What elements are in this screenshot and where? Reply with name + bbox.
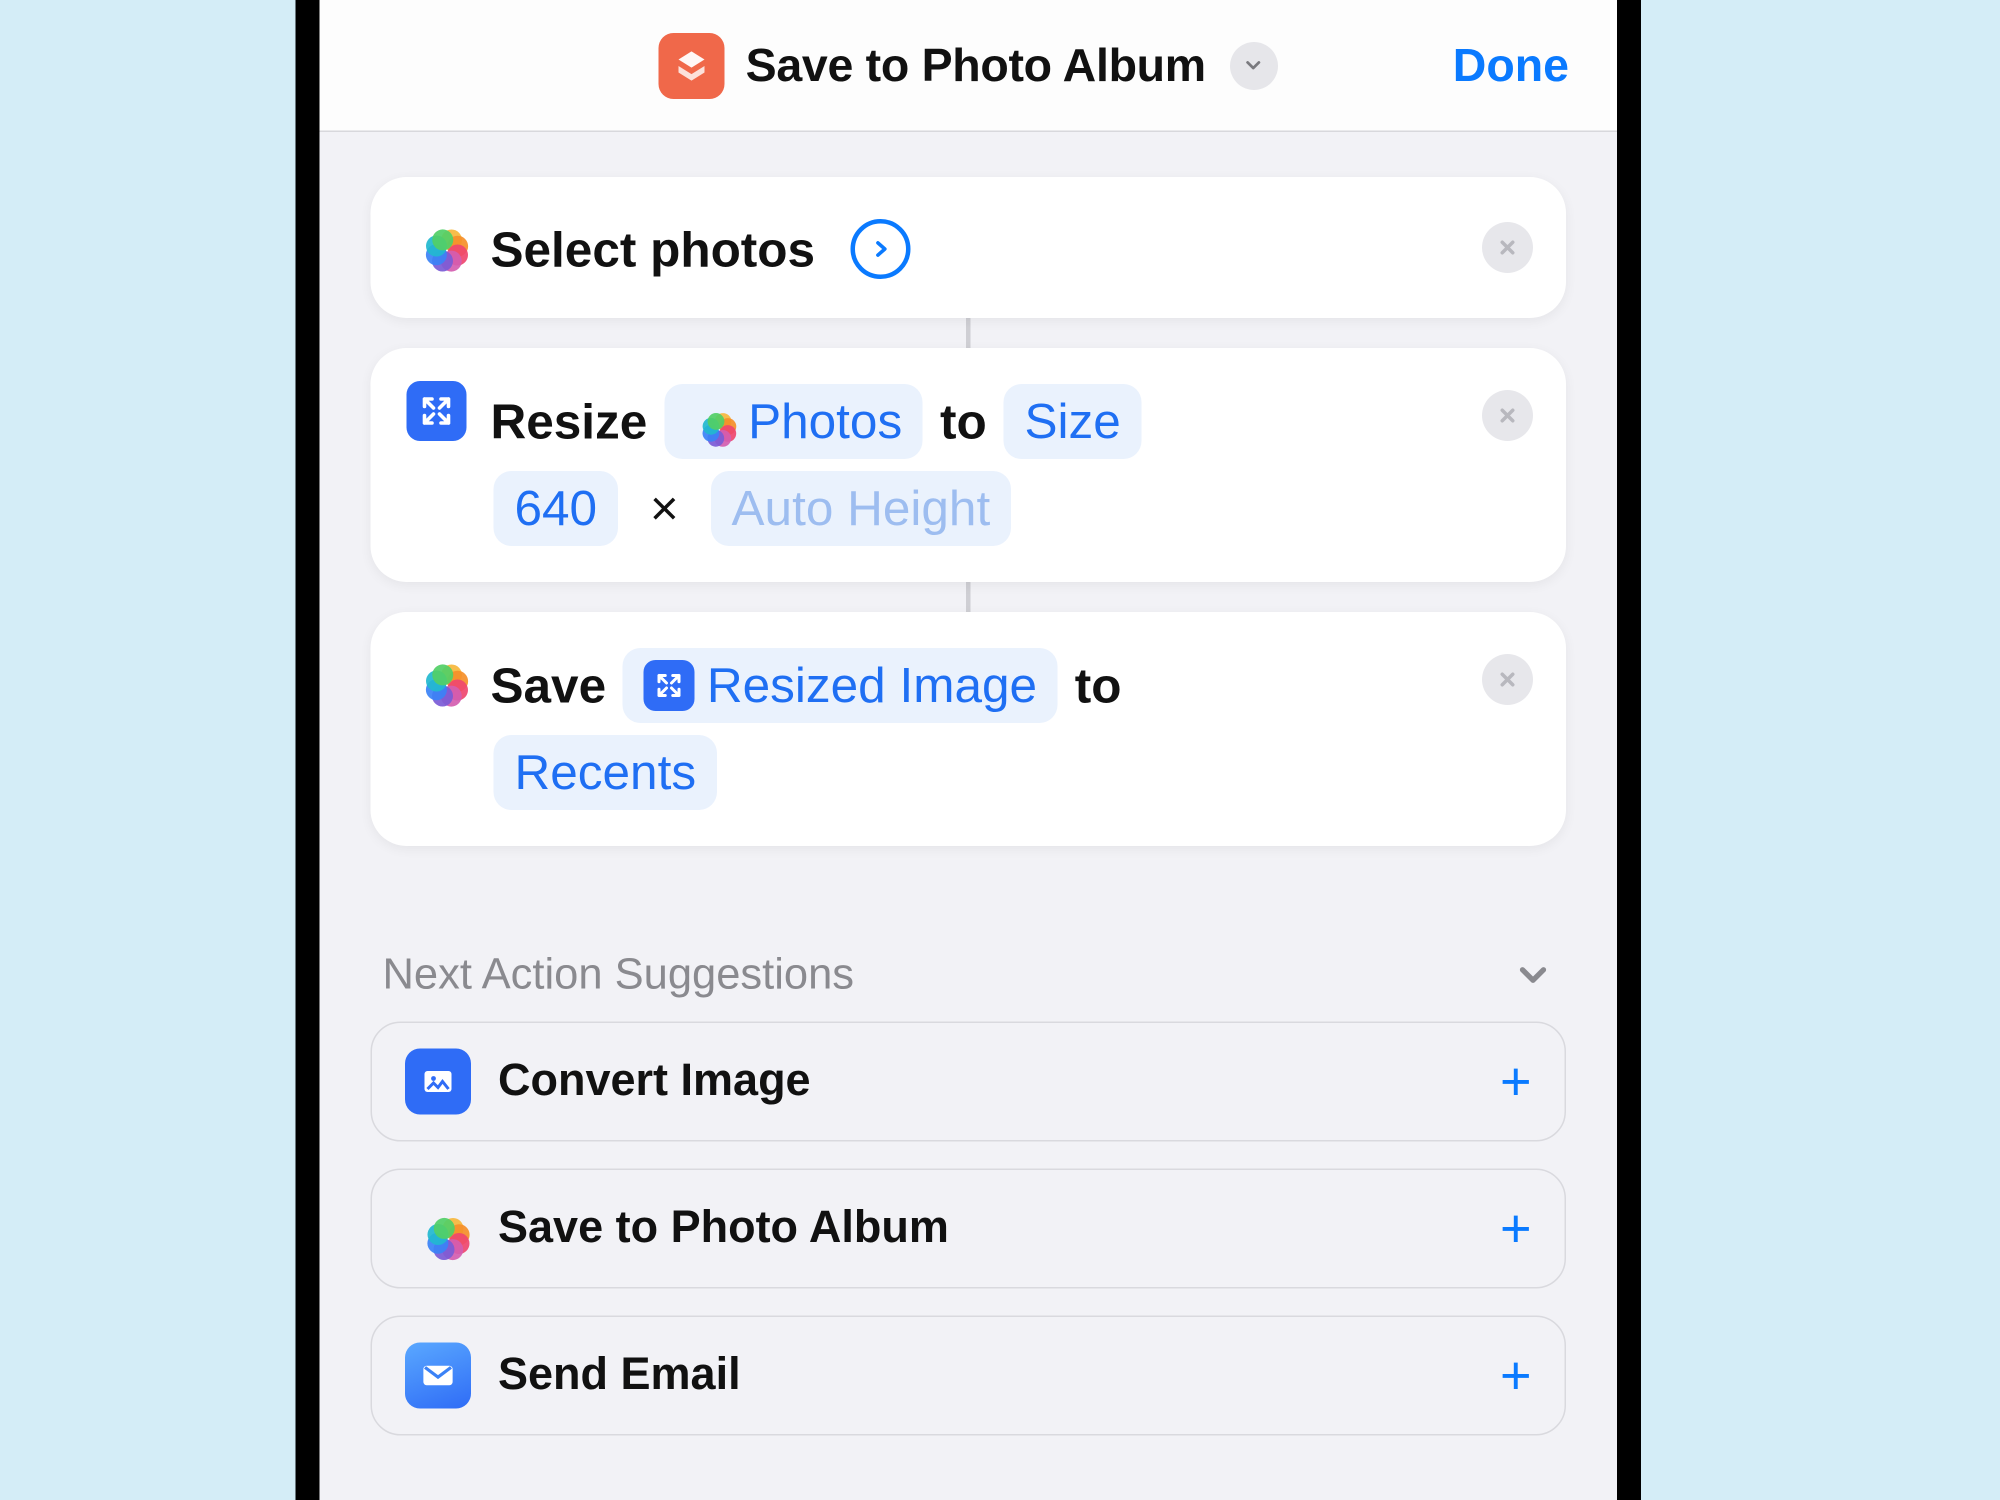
photos-app-icon [407,645,467,705]
action-card-save[interactable]: Save Resized Image to Recents [371,612,1567,846]
action-verb: Save [491,657,607,713]
header-bar: Save to Photo Album Done [320,0,1618,132]
shortcut-app-icon [659,32,725,98]
suggestion-label: Save to Photo Album [498,1203,1473,1254]
envelope-icon [419,1356,458,1395]
suggestion-label: Convert Image [498,1056,1473,1107]
multiply-symbol: × [635,480,694,536]
action-title: Select photos [491,222,816,278]
done-button[interactable]: Done [1453,38,1569,92]
close-icon [1497,237,1518,258]
add-suggestion-button[interactable]: + [1500,1197,1532,1260]
resize-height-token[interactable]: Auto Height [711,471,1012,546]
mail-app-icon [405,1342,471,1408]
photos-app-icon [407,210,467,270]
delete-action-button[interactable] [1482,390,1533,441]
action-card-resize[interactable]: Resize Photos to Size 640 × Auto Height [371,348,1567,582]
screen: Save to Photo Album Done Select photos [320,0,1618,1500]
action-card-select-photos[interactable]: Select photos [371,177,1567,318]
add-suggestion-button[interactable]: + [1500,1050,1532,1113]
photos-app-icon [405,1195,471,1261]
close-icon [1497,405,1518,426]
chevron-right-icon [870,236,891,263]
suggestion-row[interactable]: Save to Photo Album + [371,1168,1567,1288]
action-verb: Resize [491,393,648,449]
delete-action-button[interactable] [1482,222,1533,273]
chevron-down-icon [1512,955,1554,997]
photos-app-icon [685,396,736,447]
connector-line [371,318,1567,348]
suggestion-row[interactable]: Send Email + [371,1315,1567,1435]
suggestions-header[interactable]: Next Action Suggestions [371,951,1567,1022]
arrows-expand-icon [655,670,685,700]
save-album-token[interactable]: Recents [494,735,718,810]
resize-action-icon [407,381,467,441]
resize-size-token[interactable]: Size [1004,384,1142,459]
suggestions-heading: Next Action Suggestions [383,951,855,1001]
shortcut-title[interactable]: Save to Photo Album [746,38,1206,92]
connector-line [371,582,1567,612]
resize-action-icon [644,660,695,711]
chevron-down-icon [1243,54,1266,77]
convert-image-icon [405,1048,471,1114]
picture-icon [420,1063,456,1099]
suggestion-label: Send Email [498,1350,1473,1401]
word-to: to [1075,657,1122,713]
word-to: to [940,393,987,449]
arrows-expand-icon [419,393,455,429]
resize-input-token[interactable]: Photos [664,384,923,459]
title-menu-button[interactable] [1230,41,1278,89]
phone-frame: Save to Photo Album Done Select photos [296,0,1642,1500]
suggestion-row[interactable]: Convert Image + [371,1021,1567,1141]
expand-options-button[interactable] [850,219,910,279]
save-input-token[interactable]: Resized Image [623,648,1058,723]
workflow-canvas: Select photos Resize [320,132,1618,1500]
delete-action-button[interactable] [1482,654,1533,705]
add-suggestion-button[interactable]: + [1500,1344,1532,1407]
resize-width-token[interactable]: 640 [494,471,619,546]
close-icon [1497,669,1518,690]
